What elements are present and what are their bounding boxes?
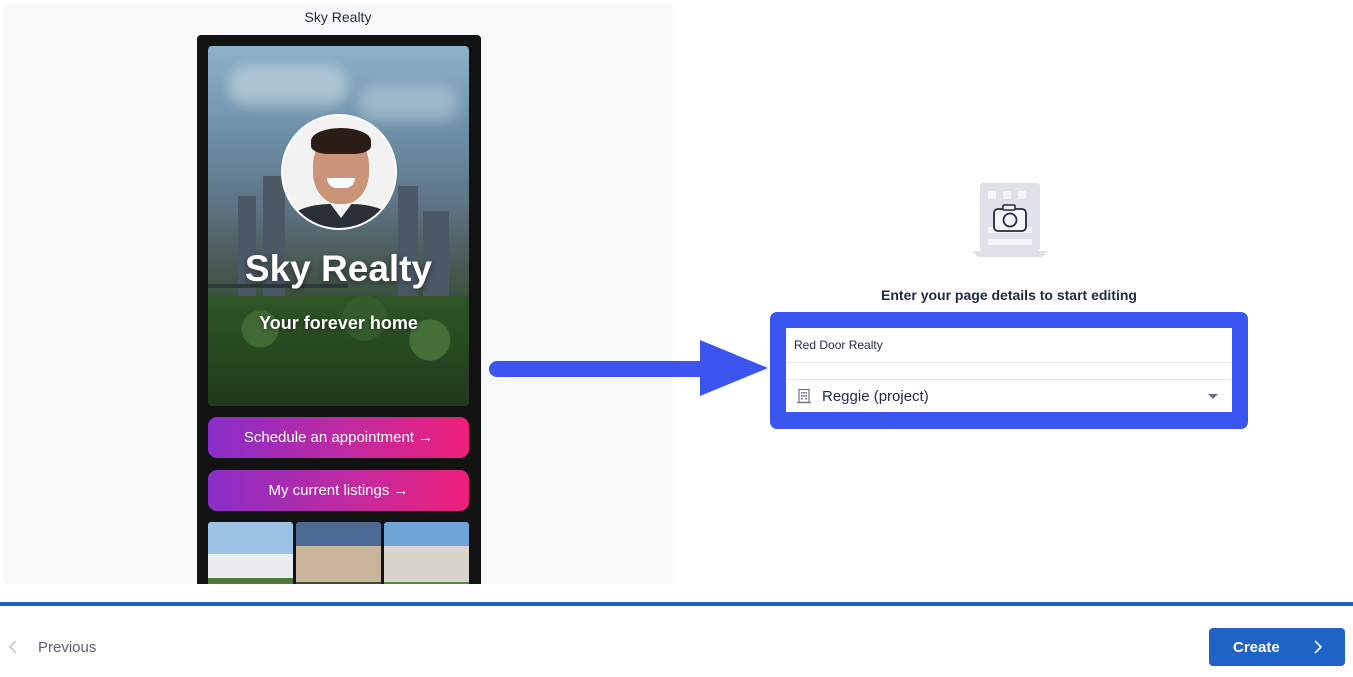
arrow-shaft (489, 361, 709, 377)
arrow-right-icon (700, 340, 768, 396)
form-fields: Reggie (project) (786, 328, 1232, 412)
footer-divider (0, 602, 1353, 606)
avatar (281, 114, 397, 230)
hero-subtitle: Your forever home (259, 313, 418, 333)
create-button[interactable]: Create (1209, 628, 1345, 666)
previous-label: Previous (38, 639, 97, 656)
schedule-appointment-button[interactable]: Schedule an appointment → (208, 417, 469, 458)
page-details-form: Reggie (project) (770, 312, 1248, 429)
create-label: Create (1233, 639, 1280, 656)
page-preview-panel: Sky Realty Sky Realty Your forever home … (3, 4, 673, 584)
preview-title: Sky Realty (304, 9, 372, 25)
listing-thumbnail[interactable] (296, 522, 381, 584)
chevron-right-icon (1314, 640, 1323, 654)
listing-thumbnail[interactable] (208, 522, 293, 584)
current-listings-button[interactable]: My current listings → (208, 470, 469, 511)
building-icon (797, 388, 811, 404)
page-name-input[interactable] (786, 328, 1232, 363)
phone-mockup: Sky Realty Your forever home Schedule an… (197, 35, 481, 584)
cloud-decoration (228, 66, 348, 106)
chevron-down-icon (1208, 394, 1218, 399)
project-select-value: Reggie (project) (822, 388, 929, 405)
project-select[interactable]: Reggie (project) (786, 380, 1232, 412)
chevron-left-icon (8, 640, 17, 654)
camera-building-icon (972, 183, 1048, 257)
previous-button[interactable]: Previous (0, 630, 120, 664)
hero-title: Sky Realty (244, 248, 433, 289)
page: Sky Realty Sky Realty Your forever home … (0, 0, 1353, 677)
form-heading: Enter your page details to start editing (881, 287, 1137, 303)
listing-thumbnail[interactable] (384, 522, 469, 584)
cloud-decoration (358, 86, 458, 121)
listing-thumbnails (208, 522, 469, 584)
avatar-hair (311, 128, 371, 154)
hero-image: Sky Realty Your forever home (208, 46, 469, 406)
